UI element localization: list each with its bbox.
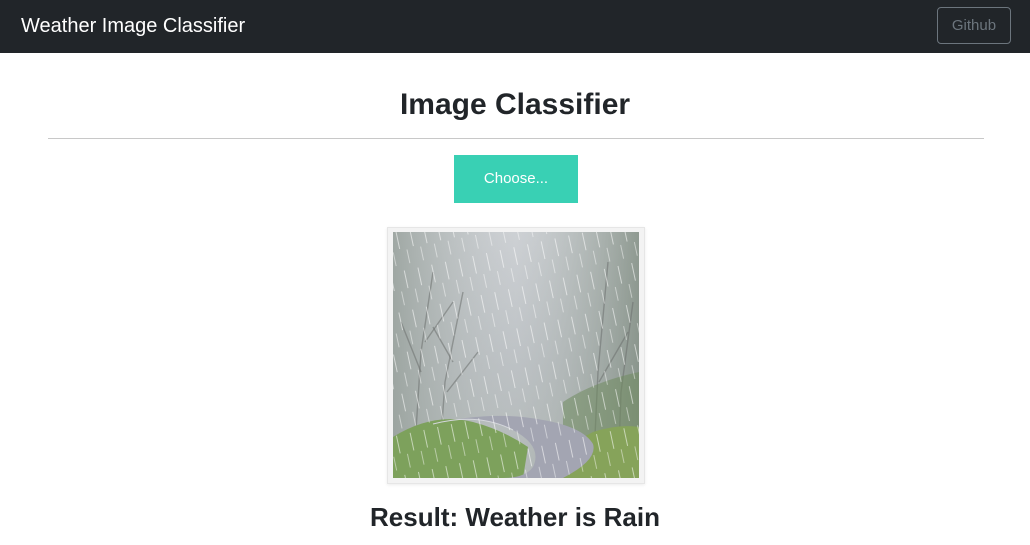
divider bbox=[48, 138, 984, 139]
result-text: Result: Weather is Rain bbox=[370, 502, 660, 532]
page-title: Image Classifier bbox=[399, 88, 631, 121]
navbar-brand[interactable]: Weather Image Classifier bbox=[21, 13, 245, 39]
choose-file-button[interactable]: Choose... bbox=[454, 155, 578, 203]
image-preview bbox=[393, 232, 639, 478]
github-button[interactable]: Github bbox=[937, 7, 1011, 44]
image-preview-frame bbox=[387, 227, 645, 484]
navbar: Weather Image Classifier Github bbox=[0, 0, 1030, 53]
